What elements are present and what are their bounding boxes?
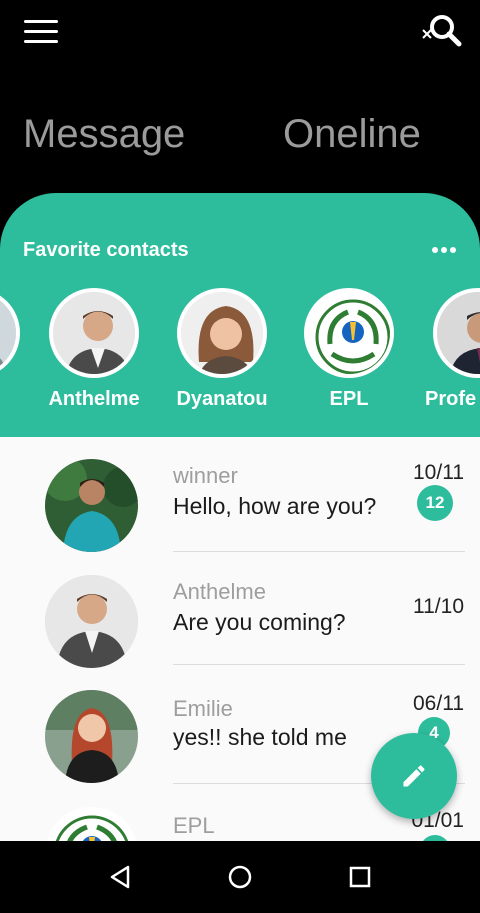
- chat-date: 06/11: [413, 692, 464, 715]
- avatar: [45, 459, 138, 552]
- chat-contact-name: Anthelme: [173, 579, 266, 604]
- home-circle-icon[interactable]: [226, 863, 254, 891]
- chat-contact-name: winner: [173, 463, 238, 488]
- avatar: [433, 288, 480, 378]
- chat-last-message: Hello, how are you?: [173, 493, 377, 519]
- avatar: [45, 807, 138, 841]
- hamburger-menu-icon[interactable]: [24, 20, 60, 44]
- divider: [173, 551, 465, 552]
- system-nav-bar: [0, 841, 480, 913]
- more-horizontal-icon[interactable]: [432, 247, 456, 255]
- chat-contact-name: Emilie: [173, 696, 233, 721]
- favorite-contact-anthelme[interactable]: Anthelme: [29, 288, 159, 418]
- favorite-contact-epl[interactable]: EPL: [284, 288, 414, 418]
- avatar: [49, 288, 139, 378]
- pencil-edit-icon: [403, 765, 425, 787]
- top-bar: [0, 0, 480, 70]
- chat-row-winner[interactable]: winner Hello, how are you? 10/11 12: [0, 437, 480, 553]
- recents-square-icon[interactable]: [346, 863, 374, 891]
- chat-last-message: Are you coming?: [173, 609, 346, 635]
- favorite-contact-profe[interactable]: Profe: [413, 288, 480, 418]
- search-close-icon[interactable]: [420, 12, 464, 52]
- avatar: [45, 575, 138, 668]
- divider: [173, 664, 465, 665]
- avatar: [177, 288, 267, 378]
- chat-contact-name: EPL: [173, 813, 215, 838]
- favorite-contacts-panel: Favorite contacts Anthelme Dyanatou EPL …: [0, 193, 480, 453]
- favorite-contacts-title: Favorite contacts: [23, 239, 189, 261]
- chat-date: 11/10: [413, 595, 464, 618]
- favorite-contact-name: EPL: [329, 388, 369, 410]
- chat-last-message: yes!! she told me: [173, 724, 347, 750]
- back-triangle-icon[interactable]: [106, 863, 134, 891]
- favorite-contact-dyanatou[interactable]: Dyanatou: [157, 288, 287, 418]
- favorite-contact-name: Dyanatou: [176, 388, 268, 410]
- favorite-contact-name: Anthelme: [48, 388, 140, 410]
- avatar: [0, 288, 20, 378]
- compose-fab-button[interactable]: [371, 733, 457, 819]
- avatar: [304, 288, 394, 378]
- avatar: [45, 690, 138, 783]
- unread-count-badge: 12: [417, 485, 453, 521]
- chat-row-anthelme[interactable]: Anthelme Are you coming? 11/10: [0, 553, 480, 669]
- tab-message[interactable]: Message: [23, 112, 185, 157]
- favorite-contact-name: Profe: [425, 388, 477, 410]
- title-tabs: Message Oneline: [0, 100, 480, 170]
- chat-date: 10/11: [413, 461, 464, 484]
- tab-online[interactable]: Oneline: [283, 112, 421, 157]
